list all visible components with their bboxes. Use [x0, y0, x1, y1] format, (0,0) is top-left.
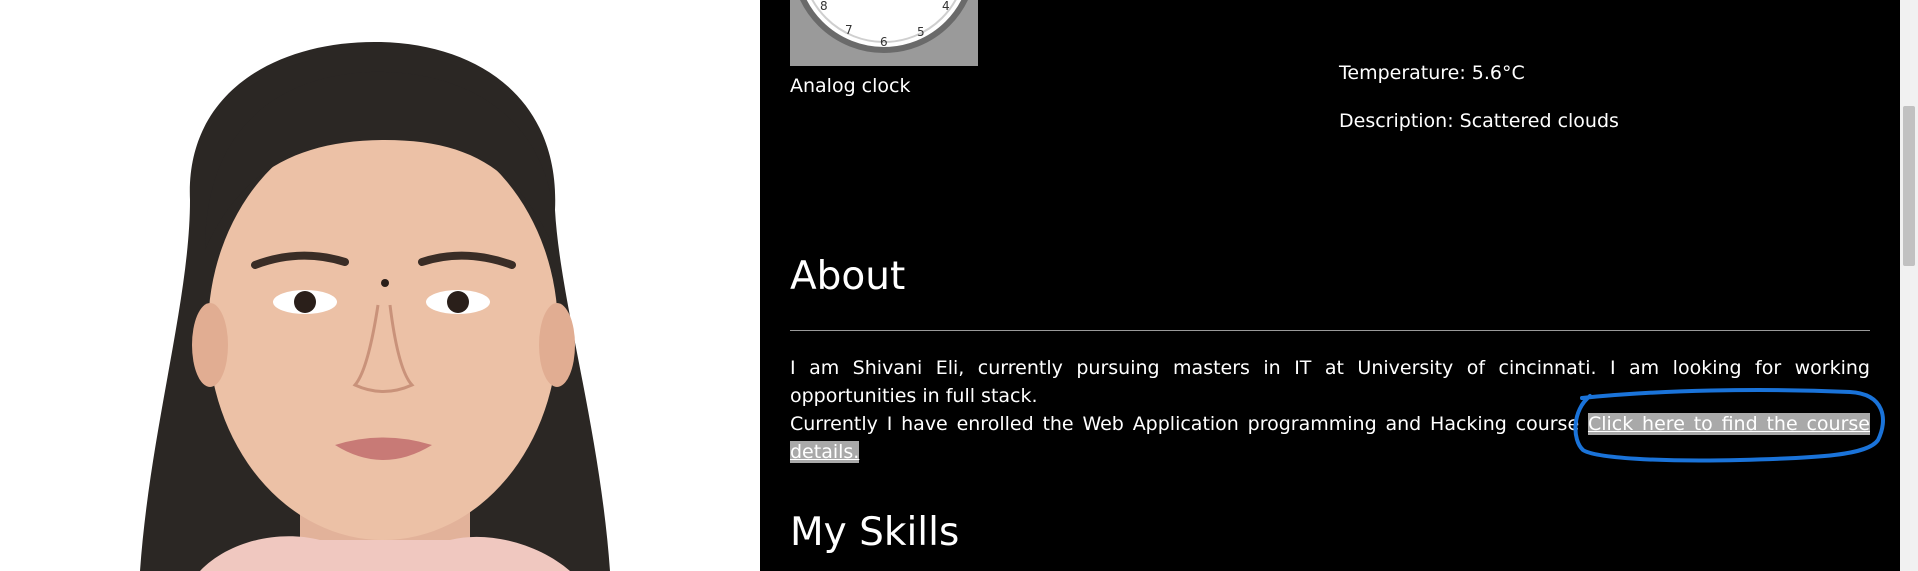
analog-clock: 8 7 6 5 4 [790, 0, 978, 66]
page-scrollbar[interactable] [1900, 0, 1918, 571]
section-divider [790, 330, 1870, 331]
clock-numeral: 7 [845, 23, 853, 37]
clock-caption: Analog clock [790, 75, 911, 97]
weather-description: Description: Scattered clouds [1339, 110, 1619, 132]
clock-numeral: 8 [820, 0, 828, 13]
about-paragraph-course: Currently I have enrolled the Web Applic… [790, 410, 1870, 466]
clock-numeral: 4 [942, 0, 950, 13]
weather-temperature: Temperature: 5.6°C [1339, 62, 1525, 84]
scrollbar-thumb[interactable] [1903, 106, 1915, 266]
content-panel: 8 7 6 5 4 Analog clock Temperature: 5.6°… [760, 0, 1900, 571]
clock-face-icon: 8 7 6 5 4 [800, 0, 968, 53]
profile-photo [0, 0, 760, 571]
about-course-text: Currently I have enrolled the Web Applic… [790, 413, 1588, 435]
profile-photo-panel [0, 0, 760, 571]
annotation-circle [1573, 388, 1885, 463]
skills-heading: My Skills [790, 510, 960, 555]
about-heading: About [790, 254, 906, 299]
clock-numeral: 6 [880, 35, 888, 49]
about-body: I am Shivani Eli, currently pursuing mas… [790, 354, 1870, 466]
about-paragraph: I am Shivani Eli, currently pursuing mas… [790, 357, 1870, 407]
clock-numeral: 5 [917, 25, 925, 39]
